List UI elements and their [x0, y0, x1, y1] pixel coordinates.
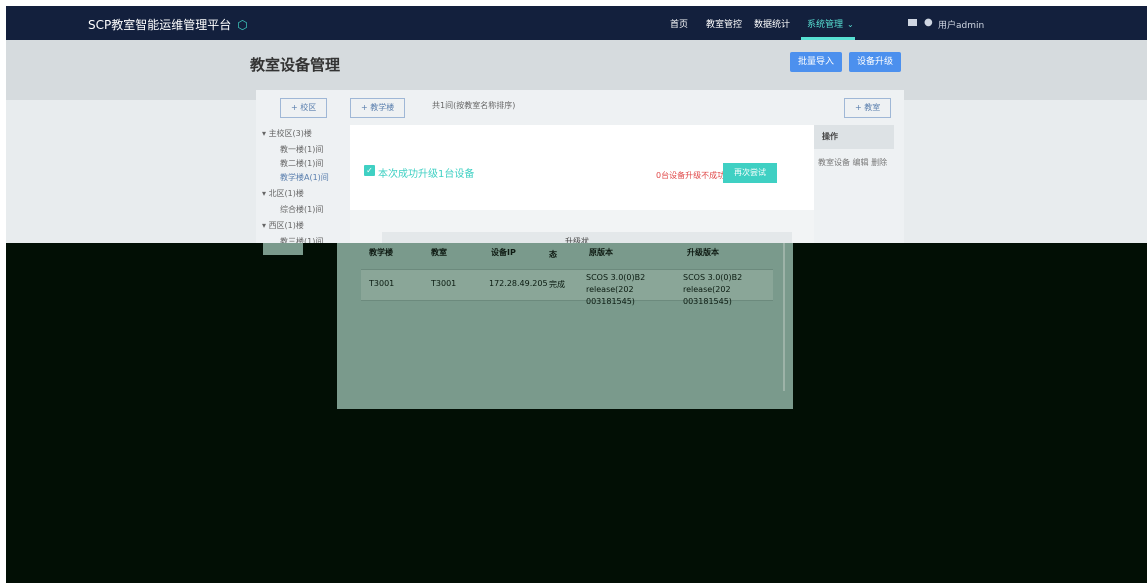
tree-item-label: 西区(1)楼: [268, 221, 304, 230]
add-classroom-button[interactable]: + 教室: [844, 98, 892, 118]
table-header-actions: 操作: [814, 125, 894, 149]
user-icon: ●: [924, 17, 933, 28]
cell-old-version: SCOS 3.0(0)B2 release(202 003181545): [586, 273, 646, 306]
tree-item-building-active[interactable]: 教学楼A(1)间: [280, 172, 329, 183]
tree-item-building[interactable]: 综合楼(1)间: [280, 204, 323, 215]
tree-item-campus[interactable]: ▾ 北区(1)楼: [262, 188, 304, 199]
upgrade-result-table: 教学楼 教室 设备IP 态 原版本 升级版本 T3001 T3001 172.2…: [337, 243, 793, 409]
device-upgrade-button[interactable]: 设备升级: [849, 52, 902, 72]
fail-message: 0台设备升级不成功: [656, 171, 726, 180]
row-actions[interactable]: 教室设备 编辑 删除: [814, 149, 894, 177]
tree-item-campus[interactable]: ▾ 西区(1)楼: [262, 220, 304, 231]
tree-item-label: 主校区(3)楼: [268, 129, 312, 138]
add-building-button[interactable]: + 教学楼: [350, 98, 406, 118]
nav-item-statistics[interactable]: 数据统计: [754, 17, 790, 30]
cell-device-ip: 172.28.49.205: [489, 279, 548, 288]
nav-item-system-management[interactable]: 系统管理 ⌄: [807, 17, 854, 30]
table-scrollbar[interactable]: [783, 243, 785, 391]
batch-import-button[interactable]: 批量导入: [790, 52, 843, 72]
brand[interactable]: SCP教室智能运维管理平台 ⬡: [88, 16, 248, 33]
cell-new-version: SCOS 3.0(0)B2 release(202 003181545): [683, 273, 743, 306]
classroom-table: 操作 教室设备 编辑 删除: [814, 125, 894, 177]
tree-fragment: [263, 243, 303, 255]
classroom-count: 共1间(按教室名称排序): [432, 101, 516, 110]
nav-item-home[interactable]: 首页: [670, 17, 688, 30]
column-header-device-ip: 设备IP: [491, 248, 516, 257]
nav-item-label: 系统管理: [807, 20, 844, 30]
tree-item-building[interactable]: 教二楼(1)间: [280, 158, 323, 169]
page-title: 教室设备管理: [250, 56, 341, 74]
app-frame: SCP教室智能运维管理平台 ⬡ 首页 教室管控 数据统计 系统管理 ⌄ ● 用户ad…: [6, 6, 1147, 583]
mail-icon[interactable]: [908, 19, 917, 26]
cell-building: T3001: [369, 279, 395, 288]
column-header-classroom: 教室: [431, 248, 447, 257]
nav-item-classroom-control[interactable]: 教室管控: [706, 17, 742, 30]
tree-item-building[interactable]: 教一楼(1)间: [280, 144, 323, 155]
column-header-status-bottom: 态: [549, 250, 557, 259]
column-header-building: 教学楼: [369, 248, 393, 257]
tree-item-label: 北区(1)楼: [268, 189, 304, 198]
column-header-new-version: 升级版本: [687, 248, 719, 257]
cube-icon: ⬡: [237, 18, 248, 32]
retry-button[interactable]: 再次尝试: [723, 163, 777, 183]
upgrade-result-modal: ✓ 本次成功升级1台设备 0台设备升级不成功 再次尝试 升级状: [350, 125, 814, 246]
top-navbar: SCP教室智能运维管理平台 ⬡ 首页 教室管控 数据统计 系统管理 ⌄ ● 用户ad…: [6, 6, 1147, 40]
cell-status: 完成: [549, 280, 565, 289]
chevron-down-icon: ⌄: [847, 20, 854, 29]
tree-item-campus[interactable]: ▾ 主校区(3)楼: [262, 128, 312, 139]
add-campus-button[interactable]: + 校区: [280, 98, 328, 118]
cell-classroom: T3001: [431, 279, 457, 288]
upgrade-success-icon: ✓: [364, 165, 375, 176]
column-header-old-version: 原版本: [589, 248, 613, 257]
brand-title: SCP教室智能运维管理平台: [88, 18, 232, 32]
success-message: 本次成功升级1台设备: [378, 169, 475, 180]
user-name[interactable]: 用户admin: [938, 18, 984, 31]
